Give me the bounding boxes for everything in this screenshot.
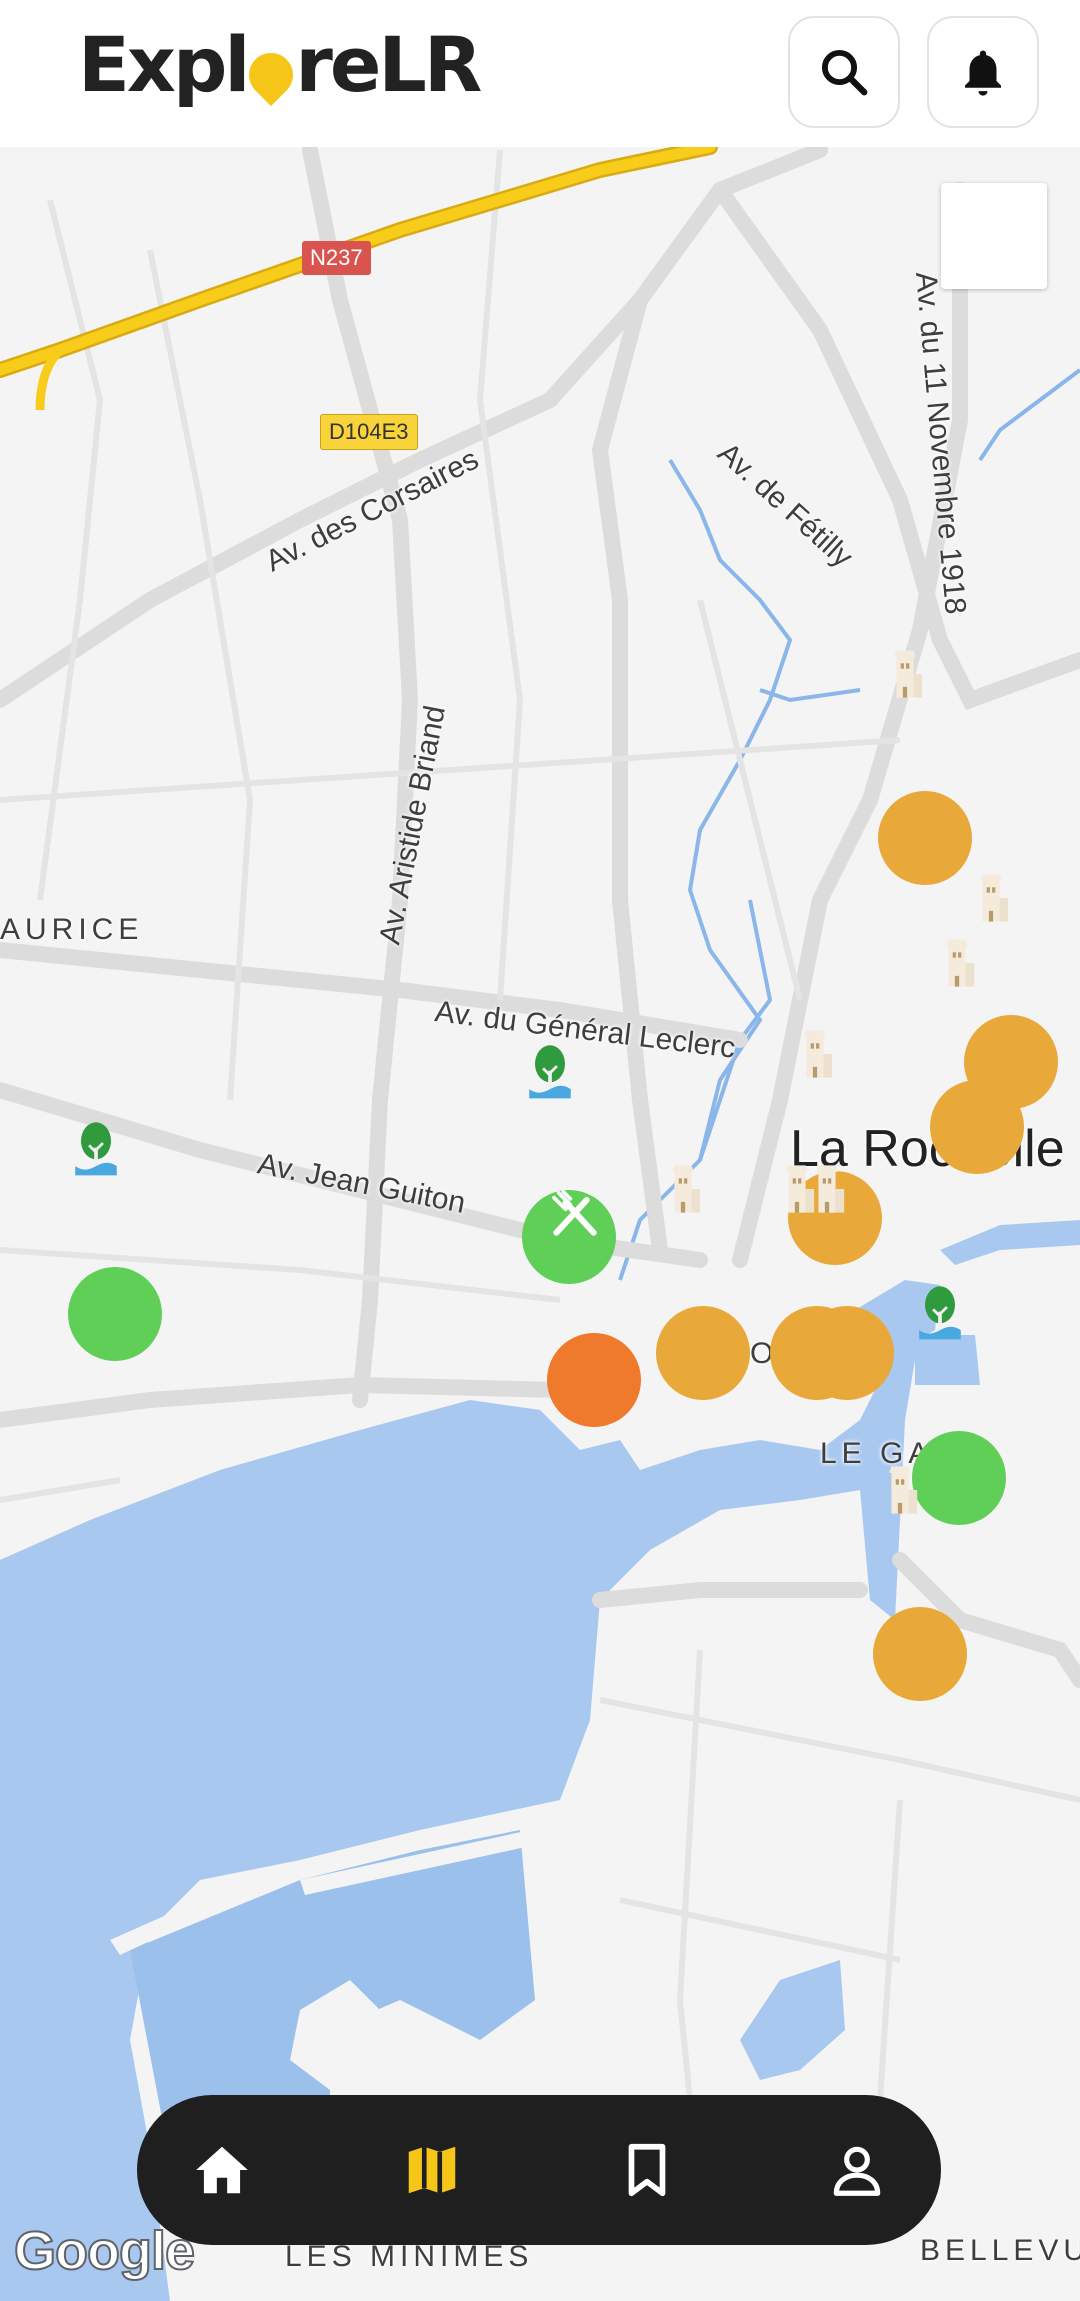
tower-icon [894,650,923,698]
tree-icon [75,1122,117,1176]
fork-knife-icon [552,1189,597,1236]
notifications-button[interactable] [927,16,1039,128]
restaurant-marker[interactable] [547,1189,641,1427]
google-attribution: Google [13,2220,196,2282]
map-view[interactable]: N237 D104E3 Av. des Corsaires Av. Aristi… [0,147,1080,2301]
monument-marker[interactable] [878,650,972,885]
bell-icon [965,50,1001,96]
district-label-maurice: AURICE [0,913,144,946]
tower-icon [816,1165,845,1213]
profile-icon [833,2146,881,2196]
compass-pin-icon [240,43,303,107]
app-header: Expl reLR [0,0,1080,147]
road-shield-n237: N237 [302,241,371,275]
nav-saved-button[interactable] [607,2130,687,2210]
tower-icon [889,1466,918,1514]
tower-icon [804,1030,833,1078]
monument-marker[interactable] [656,1165,750,1400]
monument-marker[interactable] [930,939,1024,1174]
nav-home-button[interactable] [182,2130,262,2210]
bookmark-icon [628,2143,666,2197]
road-shield-d104e3: D104E3 [320,414,418,450]
tree-icon [919,1286,961,1340]
district-label-minimes: LES MINIMES [285,2240,534,2273]
park-marker[interactable] [68,1122,162,1361]
district-label-bellevue: BELLEVU [920,2234,1080,2267]
app-logo[interactable]: Expl reLR [78,20,482,109]
monument-marker[interactable] [800,1165,894,1400]
monument-marker[interactable] [873,1466,967,1701]
map-icon [408,2146,456,2194]
nav-map-button[interactable] [392,2130,472,2210]
tower-icon [946,939,975,987]
nav-profile-button[interactable] [817,2130,897,2210]
my-location-button[interactable] [941,183,1047,289]
tower-icon [980,874,1009,922]
tower-icon [672,1165,701,1213]
home-icon [196,2146,248,2194]
bottom-nav-items [137,2095,941,2245]
search-button[interactable] [788,16,900,128]
search-icon [821,49,868,96]
tree-icon [529,1045,571,1099]
